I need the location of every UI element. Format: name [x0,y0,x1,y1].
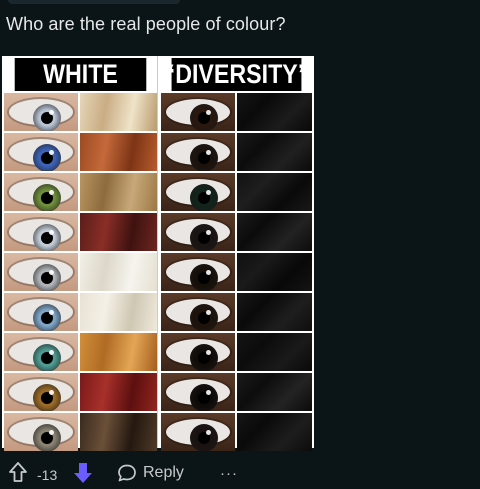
diversity-eye-photo [161,93,235,131]
white-row-7 [4,333,157,371]
white-hair-photo [80,373,157,411]
white-eye-photo [4,133,78,171]
white-eye-photo [4,373,78,411]
diversity-hair-photo [237,213,312,251]
diversity-hair-photo [237,133,312,171]
more-options-button[interactable]: ··· [220,465,238,482]
white-hair-photo [80,213,157,251]
white-hair-photo [80,253,157,291]
diversity-row-7 [161,333,312,371]
diversity-hair-photo [237,373,312,411]
post-text: Who are the real people of colour? [6,14,286,34]
meme-header-white: WHITE [14,58,147,91]
white-eye-photo [4,93,78,131]
diversity-hair-photo [237,93,312,131]
speech-bubble-icon [118,464,136,482]
diversity-eye-photo [161,293,235,331]
diversity-row-3 [161,173,312,211]
white-row-5 [4,253,157,291]
white-eye-photo [4,173,78,211]
diversity-row-4 [161,213,312,251]
diversity-eye-photo [161,373,235,411]
diversity-row-9 [161,413,312,451]
vote-count: -13 [37,467,58,483]
diversity-eye-hair-grid [161,93,312,453]
white-eye-photo [4,253,78,291]
white-row-6 [4,293,157,331]
meme-image[interactable]: WHITE “DIVERSITY” [2,56,314,451]
comment-action-bar: -13 Reply ··· [0,459,480,489]
white-row-4 [4,213,157,251]
diversity-row-6 [161,293,312,331]
top-bar-remnant [8,0,180,4]
diversity-hair-photo [237,413,312,451]
reply-button[interactable]: Reply [117,461,184,485]
diversity-hair-photo [237,333,312,371]
diversity-eye-photo [161,133,235,171]
white-hair-photo [80,293,157,331]
white-eye-photo [4,333,78,371]
diversity-eye-photo [161,173,235,211]
white-row-2 [4,133,157,171]
diversity-row-5 [161,253,312,291]
white-row-1 [4,93,157,131]
white-hair-photo [80,173,157,211]
white-row-9 [4,413,157,451]
diversity-eye-photo [161,413,235,451]
diversity-hair-photo [237,173,312,211]
diversity-row-2 [161,133,312,171]
reply-label: Reply [143,464,184,481]
white-eye-photo [4,213,78,251]
white-hair-photo [80,93,157,131]
white-hair-photo [80,333,157,371]
diversity-row-8 [161,373,312,411]
white-row-8 [4,373,157,411]
diversity-eye-photo [161,253,235,291]
diversity-eye-photo [161,213,235,251]
downvote-arrow-icon[interactable] [72,461,94,485]
upvote-arrow-icon[interactable] [8,461,28,483]
white-hair-photo [80,133,157,171]
diversity-hair-photo [237,253,312,291]
white-eye-hair-grid [4,93,157,453]
diversity-hair-photo [237,293,312,331]
white-row-3 [4,173,157,211]
white-eye-photo [4,293,78,331]
diversity-eye-photo [161,333,235,371]
white-eye-photo [4,413,78,451]
meme-header-diversity: “DIVERSITY” [163,58,310,91]
white-hair-photo [80,413,157,451]
diversity-row-1 [161,93,312,131]
